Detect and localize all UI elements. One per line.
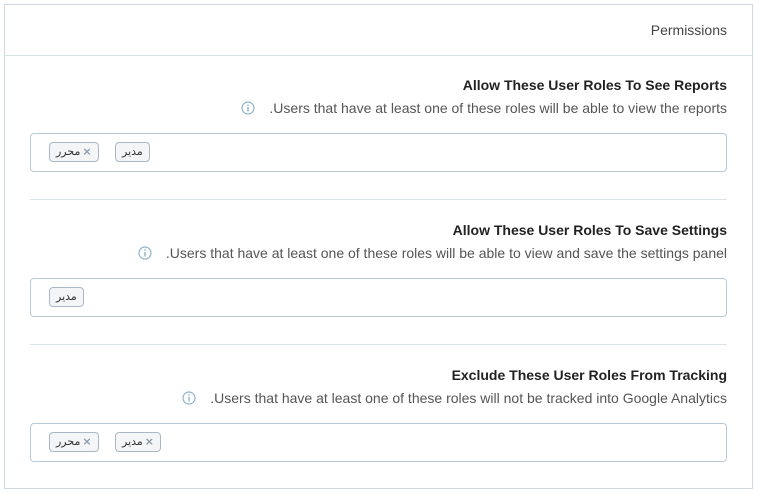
section-see-reports: Allow These User Roles To See Reports .U…	[5, 77, 752, 177]
info-icon[interactable]	[182, 391, 196, 405]
section-description: .Users that have at least one of these r…	[241, 100, 727, 116]
role-tag: مدير	[115, 142, 150, 162]
roles-select-tracking[interactable]: محرر × مدير ×	[30, 423, 727, 462]
role-tag: مدير	[49, 287, 84, 307]
role-tag: محرر ×	[49, 432, 99, 452]
section-description: .Users that have at least one of these r…	[138, 245, 727, 261]
info-icon[interactable]	[138, 246, 152, 260]
role-tag: مدير ×	[115, 432, 162, 452]
remove-tag-icon[interactable]: ×	[82, 145, 91, 158]
section-exclude-tracking: Exclude These User Roles From Tracking .…	[5, 367, 752, 467]
section-description: .Users that have at least one of these r…	[182, 390, 727, 406]
remove-tag-icon[interactable]: ×	[82, 435, 91, 448]
section-title: Allow These User Roles To See Reports	[462, 77, 727, 93]
section-divider	[30, 199, 727, 200]
remove-tag-icon[interactable]: ×	[145, 435, 154, 448]
section-save-settings: Allow These User Roles To Save Settings …	[5, 222, 752, 322]
panel-header: Permissions	[5, 5, 752, 56]
roles-select-reports[interactable]: محرر × مدير	[30, 133, 727, 172]
section-title: Exclude These User Roles From Tracking	[451, 367, 727, 383]
info-icon[interactable]	[241, 101, 256, 115]
role-tag: محرر ×	[49, 142, 99, 162]
panel-title: Permissions	[650, 22, 727, 38]
roles-select-settings[interactable]: مدير	[30, 278, 727, 317]
permissions-panel: Permissions Allow These User Roles To Se…	[4, 4, 753, 489]
section-title: Allow These User Roles To Save Settings	[452, 222, 727, 238]
section-divider	[30, 344, 727, 345]
